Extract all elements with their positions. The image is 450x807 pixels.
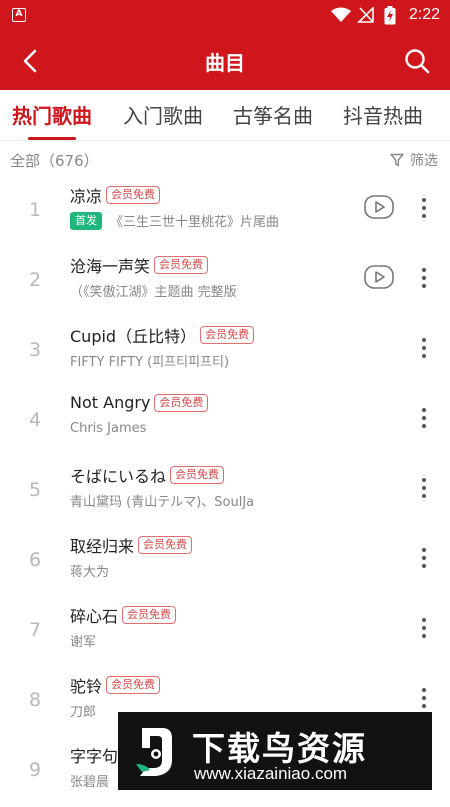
filter-icon	[390, 153, 404, 167]
song-artist: FIFTY FIFTY (피프티피프티)	[70, 355, 230, 370]
song-title: 字字句	[70, 747, 119, 766]
song-title: 驼铃	[70, 677, 103, 696]
song-artist: 蒋大为	[70, 565, 110, 580]
watermark-banner: 下载鸟资源 www.xiazainiao.com	[118, 712, 432, 790]
more-options-icon[interactable]	[418, 405, 430, 431]
member-free-badge: 会员免费	[154, 256, 209, 274]
song-number: 6	[28, 549, 42, 571]
watermark-name: 下载鸟资源	[192, 729, 367, 768]
song-number: 7	[28, 619, 42, 641]
search-icon[interactable]	[400, 44, 434, 78]
member-free-badge: 会员免费	[170, 466, 225, 484]
song-artist: Chris James	[70, 421, 147, 436]
battery-charging-icon	[384, 6, 396, 25]
member-free-badge: 会员免费	[106, 186, 161, 204]
status-bar: A 2:22	[0, 0, 450, 30]
active-tab-indicator	[28, 137, 76, 140]
app-notification-icon: A	[12, 8, 26, 22]
song-title: Not Angry	[70, 393, 151, 412]
more-options-icon[interactable]	[418, 195, 430, 221]
premiere-tag: 首发	[70, 211, 102, 230]
song-number: 4	[28, 409, 42, 431]
tab-guzheng-classics[interactable]: 古筝名曲	[233, 100, 313, 129]
song-artist: （《笑傲江湖》主题曲 完整版	[70, 285, 237, 300]
filter-label: 筛选	[410, 153, 438, 169]
tab-douyin-hits[interactable]: 抖音热曲	[343, 100, 423, 129]
song-row[interactable]: 6 取经归来 会员免费 蒋大为	[0, 527, 450, 597]
no-signal-icon	[357, 7, 374, 23]
song-artist: 张碧晨	[70, 775, 110, 790]
song-artist: 谢军	[70, 635, 97, 650]
watermark-url: www.xiazainiao.com	[194, 764, 348, 783]
more-options-icon[interactable]	[418, 475, 430, 501]
song-artist: 刀郎	[70, 705, 97, 720]
song-row[interactable]: 7 碎心石 会员免费 谢军	[0, 597, 450, 667]
song-title: 取经归来	[70, 537, 135, 556]
song-row[interactable]: 1 凉凉 会员免费 首发 《三生三世十里桃花》片尾曲	[0, 177, 450, 247]
song-number: 5	[28, 479, 42, 501]
song-artist: 青山黛玛 (青山テルマ)、SoulJa	[70, 495, 255, 510]
song-number: 1	[28, 199, 42, 221]
song-title: Cupid（丘比特）	[70, 327, 197, 346]
member-free-badge: 会员免费	[138, 536, 193, 554]
song-row[interactable]: 5 そばにいるね 会员免费 青山黛玛 (青山テルマ)、SoulJa	[0, 457, 450, 527]
wifi-icon	[331, 7, 351, 22]
more-options-icon[interactable]	[418, 545, 430, 571]
song-row[interactable]: 2 沧海一声笑 会员免费 （《笑傲江湖》主题曲 完整版	[0, 247, 450, 317]
song-number: 3	[28, 339, 42, 361]
play-video-icon[interactable]	[364, 264, 394, 290]
song-row[interactable]: 3 Cupid（丘比特） 会员免费 FIFTY FIFTY (피프티피프티)	[0, 317, 450, 387]
song-count: 全部（676）	[10, 152, 99, 170]
song-title: 沧海一声笑	[70, 257, 151, 276]
filter-button[interactable]: 筛选	[390, 150, 438, 170]
song-title: そばにいるね	[70, 467, 167, 486]
song-number: 9	[28, 759, 42, 781]
status-time: 2:22	[408, 6, 440, 23]
song-title: 碎心石	[70, 607, 119, 626]
song-artist: 《三生三世十里桃花》片尾曲	[110, 215, 280, 230]
play-video-icon[interactable]	[364, 194, 394, 220]
more-options-icon[interactable]	[418, 615, 430, 641]
list-summary: 全部（676） 筛选	[0, 141, 450, 177]
category-tabs: 热门歌曲 入门歌曲 古筝名曲 抖音热曲	[0, 90, 450, 141]
app-bar: 曲目	[0, 30, 450, 90]
bird-logo-icon	[136, 728, 172, 776]
tab-hot-songs[interactable]: 热门歌曲	[12, 100, 92, 129]
member-free-badge: 会员免费	[154, 393, 209, 412]
more-options-icon[interactable]	[418, 685, 430, 711]
song-number: 8	[28, 689, 42, 711]
song-row[interactable]: 4 Not Angry 会员免费 Chris James	[0, 387, 450, 457]
more-options-icon[interactable]	[418, 335, 430, 361]
member-free-badge: 会员免费	[122, 606, 177, 624]
more-options-icon[interactable]	[418, 265, 430, 291]
page-title: 曲目	[205, 51, 245, 75]
tab-beginner-songs[interactable]: 入门歌曲	[123, 100, 203, 129]
member-free-badge: 会员免费	[200, 326, 255, 344]
member-free-badge: 会员免费	[106, 676, 161, 694]
song-number: 2	[28, 269, 42, 291]
song-title: 凉凉	[70, 187, 103, 206]
